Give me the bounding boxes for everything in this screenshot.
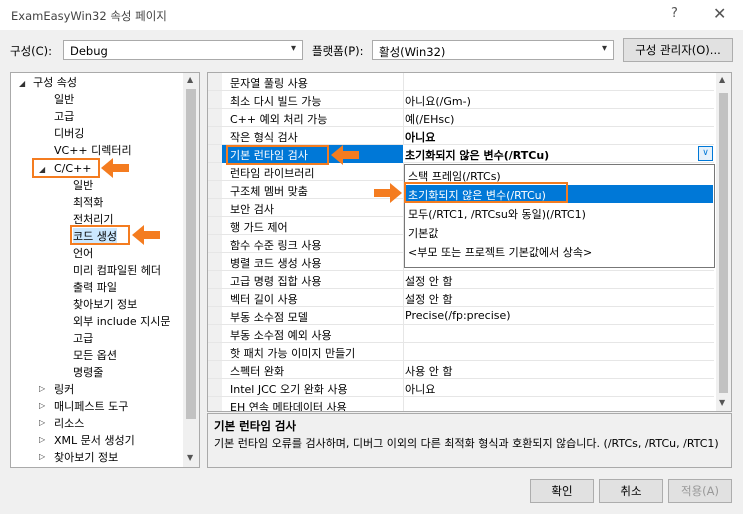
tree-item-precompiled-headers[interactable]: 미리 컴파일된 헤더 [73, 262, 161, 279]
tree-item-general[interactable]: 일반 [54, 91, 74, 108]
grid-row[interactable]: 고급 명령 집합 사용 설정 안 함 [208, 271, 714, 289]
tree-item-output-files[interactable]: 출력 파일 [73, 279, 117, 296]
tree-item-vc-directories[interactable]: VC++ 디렉터리 [54, 142, 132, 159]
config-label: 구성(C): [10, 44, 53, 58]
platform-select[interactable]: 활성(Win32) ▾ [372, 40, 614, 60]
tree-scrollbar[interactable]: ▲ ▼ [183, 73, 199, 467]
tree-item-command-line[interactable]: 명령줄 [73, 364, 103, 381]
grid-scrollbar[interactable]: ▲ ▼ [716, 73, 731, 411]
help-button[interactable]: ? [671, 6, 678, 21]
grid-row[interactable]: 작은 형식 검사 아니요 [208, 127, 714, 145]
grid-row[interactable]: 부동 소수점 모델 Precise(/fp:precise) [208, 307, 714, 325]
platform-label: 플랫폼(P): [312, 44, 364, 58]
scroll-up-icon[interactable]: ▲ [187, 75, 193, 84]
tree-item-all-options[interactable]: 모든 옵션 [73, 347, 117, 364]
tree-item-manifest-tool[interactable]: 매니페스트 도구 [54, 398, 128, 415]
collapse-icon[interactable]: ◢ [19, 79, 25, 88]
orange-arrow-icon [101, 158, 129, 178]
grid-row[interactable]: 부동 소수점 예외 사용 [208, 325, 714, 343]
grid-row[interactable]: EH 연속 메타데이터 사용 [208, 397, 714, 411]
expand-icon[interactable]: ▷ [39, 435, 45, 444]
tree-item-cpp-advanced[interactable]: 고급 [73, 330, 93, 347]
cancel-button[interactable]: 취소 [599, 479, 663, 503]
scrollbar-thumb[interactable] [719, 93, 728, 393]
scrollbar-thumb[interactable] [186, 89, 196, 419]
tree-item-xml-doc-generator[interactable]: XML 문서 생성기 [54, 432, 135, 449]
tree-item-debugging[interactable]: 디버깅 [54, 125, 84, 142]
description-panel: 기본 런타임 검사 기본 런타임 오류를 검사하며, 디버그 이외의 다른 최적… [207, 413, 732, 468]
config-manager-button[interactable]: 구성 관리자(O)... [623, 38, 733, 62]
ok-button[interactable]: 확인 [530, 479, 594, 503]
description-text: 기본 런타임 오류를 검사하며, 디버그 이외의 다른 최적화 형식과 호환되지… [214, 437, 719, 450]
window-title: ExamEasyWin32 속성 페이지 [11, 9, 167, 23]
scroll-up-icon[interactable]: ▲ [719, 75, 725, 84]
highlight-box-c-cpp [32, 158, 100, 178]
runtime-checks-dropdown: 스택 프레임(/RTCs) 초기화되지 않은 변수(/RTCu) 모두(/RTC… [404, 164, 715, 268]
dropdown-option[interactable]: <부모 또는 프로젝트 기본값에서 상속> [408, 244, 592, 260]
apply-button[interactable]: 적용(A) [668, 479, 732, 503]
tree-item-language[interactable]: 언어 [73, 245, 93, 262]
grid-row[interactable]: 벡터 길이 사용 설정 안 함 [208, 289, 714, 307]
grid-row[interactable]: Intel JCC 오기 완화 사용 아니요 [208, 379, 714, 397]
scroll-down-icon[interactable]: ▼ [719, 398, 725, 407]
tree-item-browse-info[interactable]: 찾아보기 정보 [73, 296, 137, 313]
orange-arrow-icon [374, 183, 402, 203]
highlight-box-rtcu-option [404, 182, 568, 203]
highlight-box-code-generation [70, 225, 130, 245]
tree-item-cpp-general[interactable]: 일반 [73, 177, 93, 194]
description-title: 기본 런타임 검사 [214, 419, 297, 433]
scroll-down-icon[interactable]: ▼ [187, 453, 193, 462]
orange-arrow-icon [132, 225, 160, 245]
orange-arrow-icon [331, 145, 359, 165]
grid-row[interactable]: 문자열 풀링 사용 [208, 73, 714, 91]
expand-icon[interactable]: ▷ [39, 452, 45, 461]
expand-icon[interactable]: ▷ [39, 418, 45, 427]
config-select[interactable]: Debug ▾ [63, 40, 303, 60]
tree-item-browse-information[interactable]: 찾아보기 정보 [54, 449, 118, 466]
expand-icon[interactable]: ▷ [39, 401, 45, 410]
grid-row[interactable]: C++ 예외 처리 가능 예(/EHsc) [208, 109, 714, 127]
highlight-box-basic-runtime-checks [226, 145, 329, 165]
expand-icon[interactable]: ▷ [39, 384, 45, 393]
config-value: Debug [70, 44, 108, 58]
tree-item-config-properties[interactable]: 구성 속성 [33, 74, 77, 91]
tree-item-linker[interactable]: 링커 [54, 381, 74, 398]
grid-row[interactable]: 스펙터 완화 사용 안 함 [208, 361, 714, 379]
grid-row[interactable]: 핫 패치 가능 이미지 만들기 [208, 343, 714, 361]
tree-item-external-include[interactable]: 외부 include 지시문 [73, 313, 170, 330]
platform-value: 활성(Win32) [379, 45, 446, 59]
chevron-down-icon: ▾ [601, 43, 607, 54]
tree-item-optimization[interactable]: 최적화 [73, 194, 103, 211]
tree-view: ◢ 구성 속성 일반 고급 디버깅 VC++ 디렉터리 ◢ C/C++ 일반 최… [11, 73, 185, 467]
dropdown-option[interactable]: 모두(/RTC1, /RTCsu와 동일)(/RTC1) [408, 206, 586, 222]
tree-item-advanced[interactable]: 고급 [54, 108, 74, 125]
chevron-down-icon: ▾ [290, 43, 296, 54]
grid-row[interactable]: 최소 다시 빌드 가능 아니요(/Gm-) [208, 91, 714, 109]
tree-item-resources[interactable]: 리소스 [54, 415, 84, 432]
dropdown-option[interactable]: 기본값 [408, 225, 438, 241]
chevron-down-icon[interactable]: ∨ [698, 146, 713, 161]
close-button[interactable]: ✕ [713, 4, 726, 23]
